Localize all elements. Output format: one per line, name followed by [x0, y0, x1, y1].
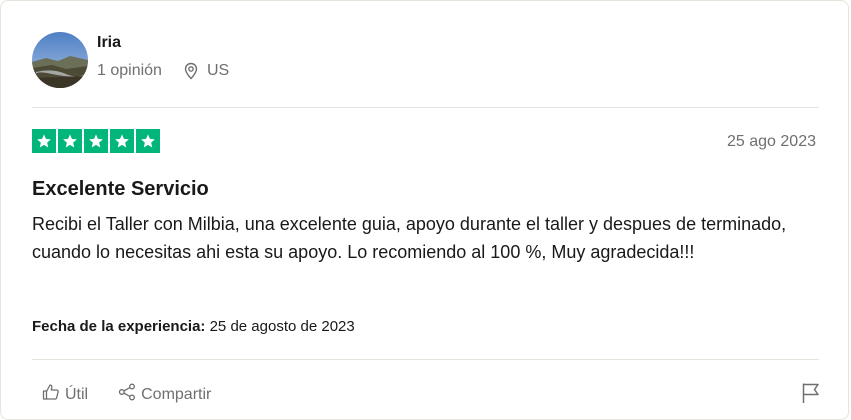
share-label: Compartir [141, 386, 212, 403]
star-icon [136, 129, 160, 153]
flag-icon [801, 383, 821, 408]
reviewer-header: Iria 1 opinión US [32, 32, 229, 88]
experience-date: 25 de agosto de 2023 [209, 318, 355, 335]
review-body: Recibi el Taller con Milbia, una excelen… [32, 214, 787, 262]
useful-label: Útil [65, 386, 89, 403]
review-title[interactable]: Excelente Servicio [32, 176, 209, 202]
star-icon [58, 129, 82, 153]
location-pin-icon [182, 62, 200, 80]
report-button[interactable] [801, 382, 821, 404]
reviewer-info: Iria 1 opinión US [97, 34, 229, 81]
thumbs-up-icon [41, 382, 65, 408]
reviews-count: 1 opinión [97, 62, 162, 79]
star-icon [84, 129, 108, 153]
reviewer-name[interactable]: Iria [97, 33, 229, 53]
review-date: 25 ago 2023 [727, 133, 816, 150]
divider-bottom [32, 359, 819, 360]
reviewer-country: US [206, 62, 230, 79]
star-rating [32, 129, 162, 153]
experience-date-line: Fecha de la experiencia: 25 de agosto de… [32, 317, 355, 337]
useful-button[interactable]: Útil [41, 382, 88, 408]
avatar[interactable] [32, 32, 88, 88]
experience-label: Fecha de la experiencia: [32, 318, 206, 335]
reviewer-meta: 1 opinión US [97, 61, 229, 81]
share-icon [117, 382, 141, 408]
reviewer-location: US [182, 61, 229, 81]
share-button[interactable]: Compartir [117, 382, 211, 408]
star-icon [110, 129, 134, 153]
review-actions: Útil Compartir [41, 382, 240, 408]
star-icon [32, 129, 56, 153]
review-card: Iria 1 opinión US 25 ago 2023 Excelente … [0, 0, 849, 420]
divider-top [32, 107, 819, 108]
